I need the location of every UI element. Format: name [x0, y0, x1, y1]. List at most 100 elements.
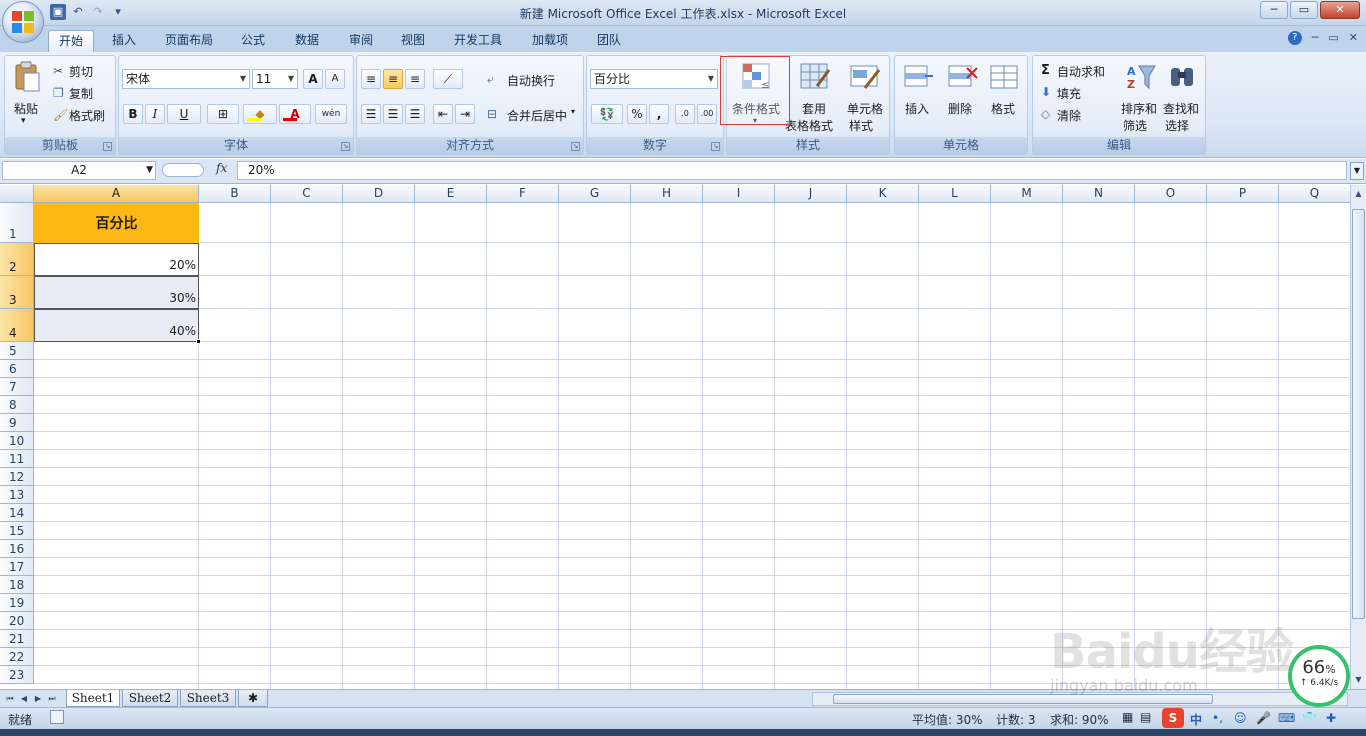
column-header-c[interactable]: C [271, 185, 343, 203]
decrease-indent-icon[interactable]: ⇤ [433, 104, 453, 124]
vertical-scrollbar[interactable]: ▲ ▼ [1350, 185, 1366, 689]
middle-align-icon[interactable]: ≡ [383, 69, 403, 89]
tab-view[interactable]: 视图 [392, 30, 434, 52]
row-header-9[interactable]: 9 [0, 414, 34, 432]
vertical-scroll-thumb[interactable] [1352, 209, 1365, 619]
row-header-8[interactable]: 8 [0, 396, 34, 414]
prev-sheet-icon[interactable]: ◀ [18, 692, 30, 705]
row-header-23[interactable]: 23 [0, 666, 34, 684]
tab-data[interactable]: 数据 [286, 30, 328, 52]
tab-insert[interactable]: 插入 [104, 30, 144, 52]
column-header-m[interactable]: M [991, 185, 1063, 203]
column-header-p[interactable]: P [1207, 185, 1279, 203]
cell-styles-label-1[interactable]: 单元格 [847, 100, 883, 117]
row-header-18[interactable]: 18 [0, 576, 34, 594]
column-header-h[interactable]: H [631, 185, 703, 203]
font-launcher-icon[interactable]: ↘ [341, 142, 350, 151]
column-header-d[interactable]: D [343, 185, 415, 203]
autosum-button[interactable]: 自动求和 [1057, 63, 1105, 80]
percent-button[interactable]: % [627, 104, 647, 124]
close-button[interactable]: ✕ [1320, 1, 1360, 19]
format-cells-icon[interactable] [989, 62, 1021, 92]
column-header-a[interactable]: A [34, 185, 199, 203]
format-as-table-label-1[interactable]: 套用 [802, 100, 826, 117]
fill-button[interactable]: 填充 [1057, 85, 1081, 102]
row-header-19[interactable]: 19 [0, 594, 34, 612]
row-header-11[interactable]: 11 [0, 450, 34, 468]
expand-formula-bar-icon[interactable]: ▼ [1350, 162, 1364, 180]
row-header-6[interactable]: 6 [0, 360, 34, 378]
row-header-17[interactable]: 17 [0, 558, 34, 576]
binoculars-icon[interactable] [1167, 62, 1199, 92]
cell-a2[interactable]: 20% [34, 243, 199, 276]
ime-chinese-icon[interactable]: 中 [1190, 711, 1202, 728]
insert-function-button[interactable]: fx [216, 161, 227, 175]
name-box[interactable]: A2 ▼ [2, 161, 156, 180]
ribbon-restore-icon[interactable]: ▭ [1328, 31, 1338, 45]
cell-a3[interactable]: 30% [34, 276, 199, 309]
tab-home[interactable]: 开始 [48, 30, 94, 52]
bold-button[interactable]: B [123, 104, 143, 124]
insert-sheet-icon[interactable]: ✱ [238, 690, 268, 707]
column-header-j[interactable]: J [775, 185, 847, 203]
row-header-3[interactable]: 3 [0, 276, 34, 309]
column-header-f[interactable]: F [487, 185, 559, 203]
sheet-tab-sheet2[interactable]: Sheet2 [122, 690, 178, 707]
number-launcher-icon[interactable]: ↘ [711, 142, 720, 151]
format-cells-button[interactable]: 格式 [991, 100, 1015, 117]
find-select-label-1[interactable]: 查找和 [1163, 100, 1199, 117]
italic-button[interactable]: I [145, 104, 165, 124]
ime-skin-icon[interactable]: 👕 [1302, 711, 1317, 725]
shrink-font-button[interactable]: A [325, 69, 345, 89]
phonetic-button[interactable]: wén [315, 104, 347, 124]
fill-color-button[interactable]: ◆ [243, 104, 277, 124]
cell-styles-label-2[interactable]: 样式 [849, 117, 873, 134]
decrease-decimal-icon[interactable]: .00 [697, 104, 717, 124]
formula-slider-handle[interactable] [162, 163, 204, 177]
grow-font-button[interactable]: A [303, 69, 323, 89]
row-header-15[interactable]: 15 [0, 522, 34, 540]
ime-logo-icon[interactable]: S [1162, 708, 1184, 728]
row-header-2[interactable]: 2 [0, 243, 34, 276]
align-left-icon[interactable]: ☰ [361, 104, 381, 124]
clear-button[interactable]: 清除 [1057, 107, 1081, 124]
comma-button[interactable]: , [649, 104, 669, 124]
tab-developer[interactable]: 开发工具 [446, 30, 510, 52]
currency-icon[interactable]: 💱 [591, 104, 623, 124]
maximize-button[interactable]: ▭ [1290, 1, 1318, 19]
orientation-icon[interactable]: ⟋ [433, 69, 463, 89]
row-header-10[interactable]: 10 [0, 432, 34, 450]
ribbon-minimize-icon[interactable]: ─ [1312, 31, 1319, 45]
insert-cells-button[interactable]: 插入 [905, 100, 929, 117]
merge-center-button[interactable]: 合并后居中 [507, 107, 567, 124]
tab-addins[interactable]: 加载项 [524, 30, 576, 52]
font-name-combo[interactable]: 宋体 ▼ [122, 69, 250, 89]
format-as-table-icon[interactable] [799, 62, 831, 92]
align-center-icon[interactable]: ☰ [383, 104, 403, 124]
row-header-1[interactable]: 1 [0, 203, 34, 243]
minimize-button[interactable]: ─ [1260, 1, 1288, 19]
ime-keyboard-icon[interactable]: ⌨ [1278, 711, 1295, 725]
ime-punct-icon[interactable]: •, [1212, 711, 1223, 725]
select-all-corner[interactable] [0, 185, 34, 203]
sheet-tab-sheet3[interactable]: Sheet3 [180, 690, 236, 707]
paste-label[interactable]: 粘贴 [14, 100, 38, 117]
first-sheet-icon[interactable]: ⏮ [4, 692, 16, 705]
delete-cells-icon[interactable] [947, 62, 979, 92]
alignment-launcher-icon[interactable]: ↘ [571, 142, 580, 151]
tab-formulas[interactable]: 公式 [232, 30, 274, 52]
clipboard-launcher-icon[interactable]: ↘ [103, 142, 112, 151]
row-header-12[interactable]: 12 [0, 468, 34, 486]
cut-button[interactable]: 剪切 [69, 63, 93, 80]
wrap-text-button[interactable]: 自动换行 [507, 72, 555, 89]
normal-view-icon[interactable]: ▦ [1122, 710, 1133, 724]
paste-dropdown-icon[interactable]: ▾ [21, 116, 26, 126]
column-header-e[interactable]: E [415, 185, 487, 203]
ime-emoji-icon[interactable]: ☺ [1234, 711, 1247, 725]
row-header-4[interactable]: 4 [0, 309, 34, 342]
page-layout-view-icon[interactable]: ▤ [1140, 710, 1151, 724]
ime-tools-icon[interactable]: ✚ [1326, 711, 1336, 725]
font-size-combo[interactable]: 11 ▼ [252, 69, 298, 89]
copy-button[interactable]: 复制 [69, 85, 93, 102]
row-header-14[interactable]: 14 [0, 504, 34, 522]
